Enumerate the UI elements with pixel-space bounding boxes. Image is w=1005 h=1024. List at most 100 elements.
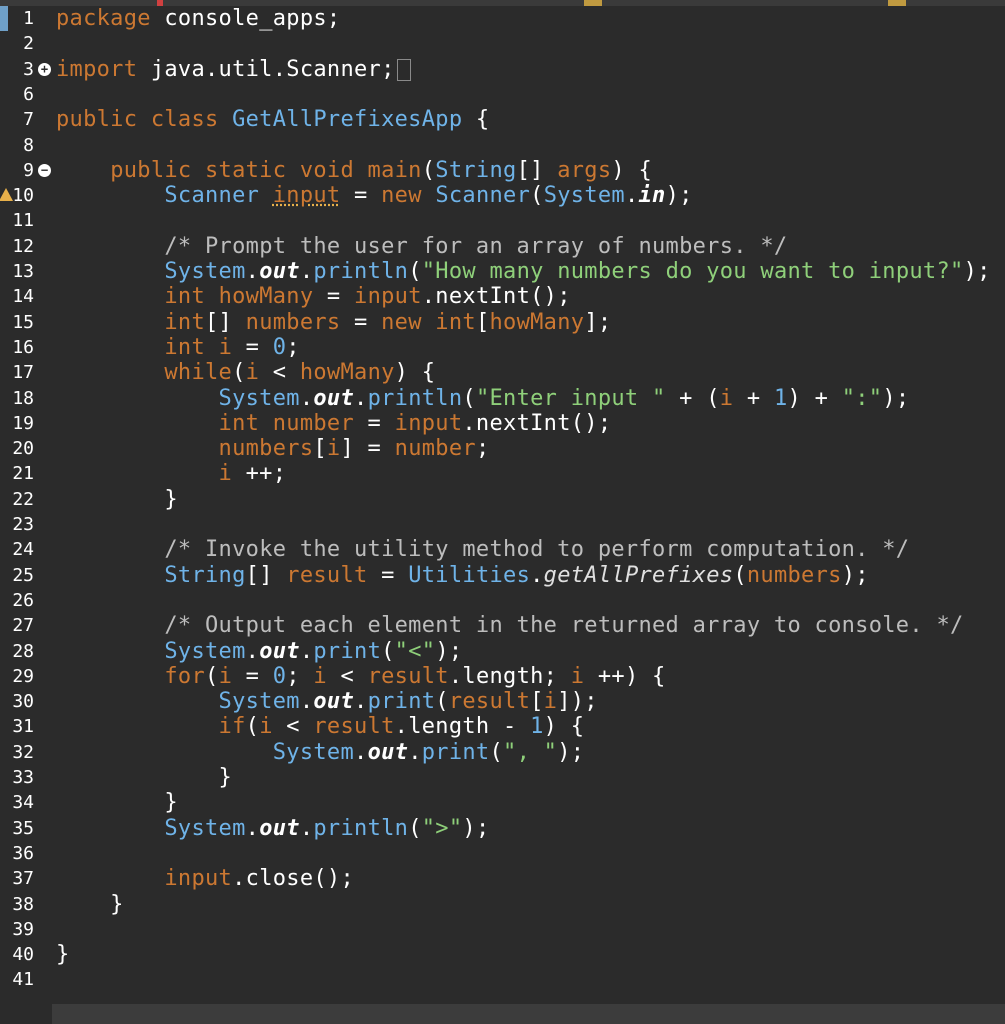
code-text[interactable]: System.out.print("<"); [56, 639, 462, 664]
code-text[interactable]: /* Output each element in the returned a… [56, 613, 964, 638]
code-line[interactable]: 1 package console_apps; [0, 6, 1005, 31]
line-number: 20 [12, 438, 34, 460]
code-line[interactable]: 33 } [0, 765, 1005, 790]
code-text[interactable]: package console_apps; [56, 6, 340, 31]
line-number: 16 [12, 336, 34, 358]
code-line[interactable]: 29 for(i = 0; i < result.length; i ++) { [0, 664, 1005, 689]
code-text[interactable]: int i = 0; [56, 335, 300, 360]
code-line[interactable]: 9− public static void main(String[] args… [0, 158, 1005, 183]
code-line[interactable]: 30 System.out.print(result[i]); [0, 689, 1005, 714]
code-line[interactable]: 14 int howMany = input.nextInt(); [0, 284, 1005, 309]
warning-icon[interactable] [0, 188, 13, 202]
code-line[interactable]: 35 System.out.println(">"); [0, 816, 1005, 841]
line-number: 41 [12, 969, 34, 991]
code-line[interactable]: 37 input.close(); [0, 866, 1005, 891]
code-line[interactable]: 27 /* Output each element in the returne… [0, 613, 1005, 638]
code-line[interactable]: 25 String[] result = Utilities.getAllPre… [0, 563, 1005, 588]
code-line[interactable]: 24 /* Invoke the utility method to perfo… [0, 537, 1005, 562]
code-line[interactable]: 39 [0, 917, 1005, 942]
code-text[interactable]: if(i < result.length - 1) { [56, 714, 584, 739]
code-line[interactable]: 2 [0, 31, 1005, 56]
code-line[interactable]: 8 [0, 133, 1005, 158]
code-text[interactable]: } [56, 765, 232, 790]
code-line[interactable]: 32 System.out.print(", "); [0, 740, 1005, 765]
code-text[interactable]: for(i = 0; i < result.length; i ++) { [56, 664, 666, 689]
code-line[interactable]: 17 while(i < howMany) { [0, 360, 1005, 385]
line-number: 28 [12, 640, 34, 662]
code-line[interactable]: 38 } [0, 892, 1005, 917]
code-line[interactable]: 6 [0, 82, 1005, 107]
code-text[interactable]: Scanner input = new Scanner(System.in); [56, 183, 693, 208]
code-editor[interactable]: 1 package console_apps; 2 3 + import java.uti… [0, 0, 1005, 1024]
code-line[interactable]: 20 numbers[i] = number; [0, 436, 1005, 461]
line-number: 36 [12, 842, 34, 864]
code-text[interactable]: public class GetAllPrefixesApp { [56, 107, 489, 132]
line-number: 38 [12, 893, 34, 915]
code-line[interactable]: 18 System.out.println("Enter input " + (… [0, 386, 1005, 411]
line-number: 11 [12, 210, 34, 232]
line-number: 33 [12, 767, 34, 788]
code-text[interactable]: int[] numbers = new int[howMany]; [56, 310, 611, 335]
code-text[interactable]: System.out.print(result[i]); [56, 689, 598, 714]
code-text[interactable]: int number = input.nextInt(); [56, 411, 612, 436]
code-text[interactable]: System.out.print(", "); [56, 740, 584, 765]
line-number: 9 [23, 159, 34, 181]
line-number: 15 [12, 311, 34, 333]
line-number: 32 [12, 741, 34, 763]
code-text[interactable]: String[] result = Utilities.getAllPrefix… [56, 563, 869, 588]
code-text[interactable]: import java.util.Scanner; [56, 57, 411, 82]
code-line[interactable]: 3 + import java.util.Scanner; [0, 57, 1005, 82]
code-text[interactable]: /* Prompt the user for an array of numbe… [56, 234, 787, 259]
code-line[interactable]: 21 i ++; [0, 461, 1005, 486]
line-number: 18 [12, 387, 34, 409]
collapse-fold-icon[interactable]: − [38, 163, 51, 177]
code-line[interactable]: 13 System.out.println("How many numbers … [0, 259, 1005, 284]
code-text[interactable]: i ++; [56, 461, 286, 486]
code-text[interactable]: /* Invoke the utility method to perform … [56, 537, 909, 562]
code-line[interactable]: 26 [0, 588, 1005, 613]
line-number: 21 [12, 463, 34, 485]
line-number: 31 [12, 716, 34, 738]
code-line[interactable]: 19 int number = input.nextInt(); [0, 411, 1005, 436]
code-text[interactable]: int howMany = input.nextInt(); [56, 284, 571, 309]
line-number: 14 [12, 286, 34, 308]
line-number: 12 [12, 235, 34, 257]
code-text[interactable]: System.out.println(">"); [56, 816, 490, 841]
code-line[interactable]: 12 /* Prompt the user for an array of nu… [0, 234, 1005, 259]
code-line[interactable]: 23 [0, 512, 1005, 537]
code-line[interactable]: 10 Scanner input = new Scanner(System.in… [0, 183, 1005, 208]
code-text[interactable]: System.out.println("How many numbers do … [56, 259, 991, 284]
line-number: 35 [12, 817, 34, 839]
line-number: 19 [12, 412, 34, 434]
code-text[interactable]: public static void main(String[] args) { [56, 158, 652, 183]
line-number: 25 [12, 564, 34, 586]
line-number: 34 [12, 792, 34, 814]
code-line[interactable]: 36 [0, 841, 1005, 866]
code-text[interactable]: while(i < howMany) { [56, 360, 435, 385]
code-text[interactable]: } [56, 942, 70, 967]
code-line[interactable]: 15 int[] numbers = new int[howMany]; [0, 310, 1005, 335]
line-number: 23 [12, 514, 34, 535]
code-line[interactable]: 40} [0, 942, 1005, 967]
line-number: 37 [12, 868, 34, 890]
line-number: 39 [12, 918, 34, 940]
code-text[interactable]: input.close(); [56, 866, 354, 891]
expand-fold-icon[interactable]: + [38, 62, 51, 76]
code-line[interactable]: 41 [0, 967, 1005, 992]
code-line[interactable]: 7 public class GetAllPrefixesApp { [0, 107, 1005, 132]
horizontal-scrollbar[interactable] [52, 1004, 1005, 1024]
line-number: 3 [23, 58, 34, 80]
code-line[interactable]: 28 System.out.print("<"); [0, 639, 1005, 664]
code-line[interactable]: 11 [0, 208, 1005, 233]
code-text[interactable]: } [56, 790, 178, 815]
code-line[interactable]: 31 if(i < result.length - 1) { [0, 714, 1005, 739]
code-text[interactable]: numbers[i] = number; [56, 436, 490, 461]
code-text[interactable]: System.out.println("Enter input " + (i +… [56, 386, 910, 411]
code-line[interactable]: 22 } [0, 487, 1005, 512]
code-text[interactable]: } [56, 487, 178, 512]
code-line[interactable]: 16 int i = 0; [0, 335, 1005, 360]
code-line[interactable]: 34 } [0, 790, 1005, 815]
code-text[interactable]: } [56, 892, 124, 917]
line-number: 40 [12, 944, 34, 966]
line-number: 17 [12, 362, 34, 384]
